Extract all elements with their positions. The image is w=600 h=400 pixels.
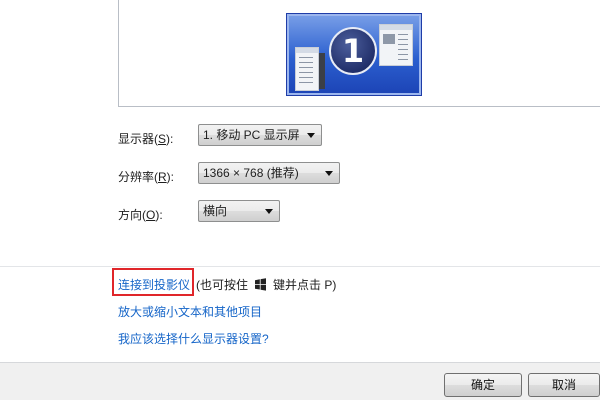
which-settings-link[interactable]: 我应该选择什么显示器设置? (118, 330, 269, 347)
text-size-link[interactable]: 放大或缩小文本和其他项目 (118, 303, 262, 320)
monitor-1-thumbnail[interactable]: 1 (286, 13, 422, 96)
dropdown-arrow-icon (307, 133, 315, 138)
window-thumbnail-icon (295, 47, 325, 91)
resolution-label: 分辨率(R): (118, 170, 175, 184)
dropdown-arrow-icon (265, 209, 273, 214)
orientation-select[interactable]: 横向 (198, 200, 280, 222)
display-select[interactable]: 1. 移动 PC 显示屏 (198, 124, 322, 146)
section-divider (0, 266, 600, 267)
ok-button[interactable]: 确定 (444, 373, 522, 397)
orientation-label: 方向(O): (118, 208, 163, 222)
display-label: 显示器(S): (118, 132, 174, 146)
resolution-select-value: 1366 × 768 (推荐) (203, 166, 299, 180)
shortcut-hint: (也可按住 键并点击 P) (196, 278, 337, 292)
highlight-box (112, 268, 194, 296)
window-thumbnail-icon (379, 24, 413, 66)
monitor-number-badge: 1 (329, 27, 377, 75)
resolution-select[interactable]: 1366 × 768 (推荐) (198, 162, 340, 184)
cancel-button[interactable]: 取消 (528, 373, 600, 397)
dropdown-arrow-icon (325, 171, 333, 176)
display-select-value: 1. 移动 PC 显示屏 (203, 128, 300, 142)
windows-logo-icon (255, 278, 266, 291)
orientation-select-value: 横向 (203, 204, 228, 218)
